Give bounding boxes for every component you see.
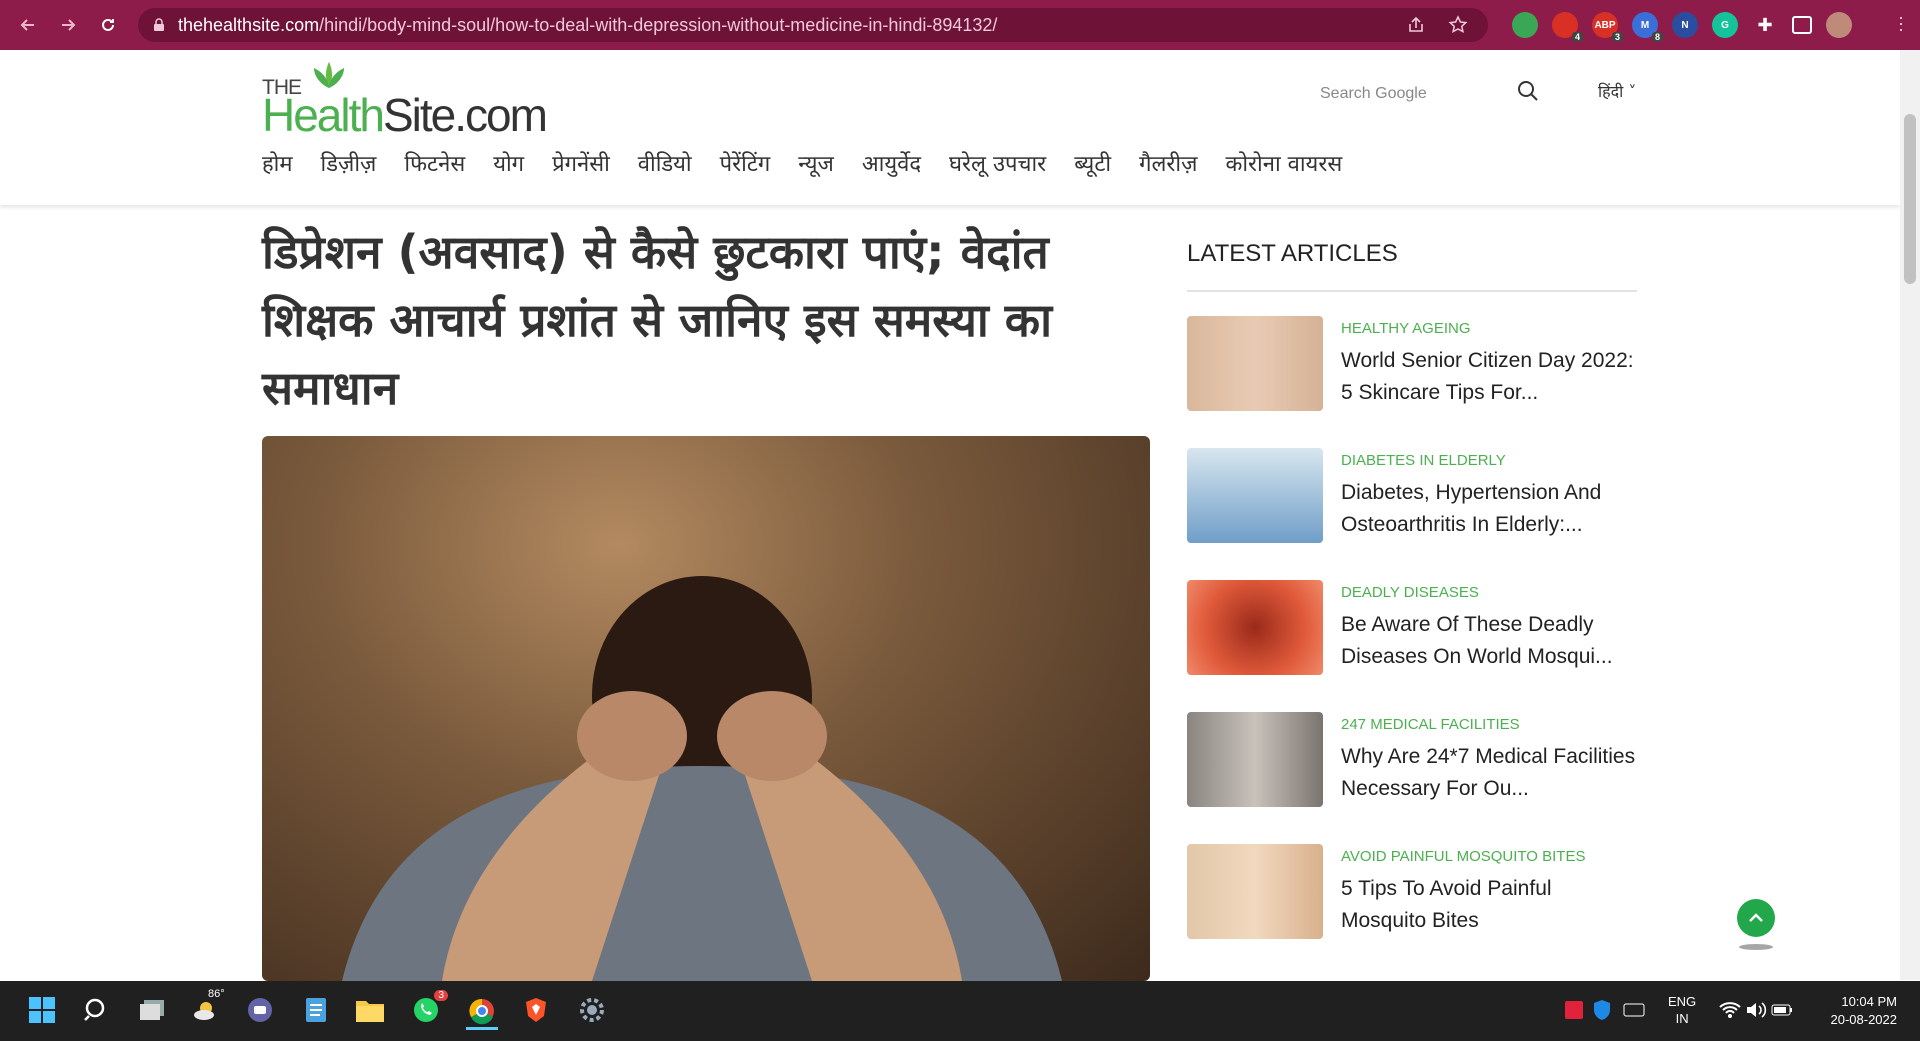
article-category[interactable]: AVOID PAINFUL MOSQUITO BITES <box>1341 848 1641 865</box>
red-extension-icon[interactable]: 4 <box>1552 12 1583 42</box>
main-navigation: होम डिज़ीज़ फिटनेस योग प्रेगनेंसी वीडियो… <box>262 148 1370 178</box>
nav-item-parenting[interactable]: पेरेंटिंग <box>720 148 771 178</box>
nav-item-coronavirus[interactable]: कोरोना वायरस <box>1225 148 1342 178</box>
brave-icon[interactable] <box>520 994 552 1026</box>
forward-icon[interactable] <box>50 7 86 43</box>
clock-date: 20-08-2022 <box>1830 1012 1898 1027</box>
region-code: IN <box>1675 1011 1689 1026</box>
profile-avatar-icon[interactable] <box>1826 12 1852 38</box>
settings-gear-icon[interactable] <box>576 994 608 1026</box>
language-selector[interactable]: हिंदी ˅ <box>1598 80 1636 102</box>
list-item[interactable]: HEALTHY AGEING World Senior Citizen Day … <box>1187 316 1637 448</box>
nav-item-beauty[interactable]: ब्यूटी <box>1074 148 1111 178</box>
list-item[interactable]: 247 MEDICAL FACILITIES Why Are 24*7 Medi… <box>1187 712 1637 844</box>
chevron-up-icon <box>1749 913 1763 922</box>
address-bar[interactable]: thehealthsite.com/hindi/body-mind-soul/h… <box>138 8 1488 42</box>
search-input[interactable] <box>1320 85 1500 103</box>
nav-item-video[interactable]: वीडियो <box>638 148 692 178</box>
windows-start-icon[interactable] <box>26 994 58 1026</box>
nav-item-ayurveda[interactable]: आयुर्वेद <box>862 148 921 178</box>
article-title-link[interactable]: 5 Tips To Avoid Painful Mosquito Bites <box>1341 873 1641 937</box>
file-explorer-icon[interactable] <box>354 994 386 1026</box>
clock-time: 10:04 PM <box>1841 994 1897 1009</box>
article-category[interactable]: DIABETES IN ELDERLY <box>1341 452 1641 469</box>
article-thumbnail[interactable] <box>1187 448 1323 543</box>
site-header: THE HealthSite.com <box>0 50 1900 205</box>
abp-icon[interactable]: ABP 3 <box>1592 12 1623 42</box>
search-icon[interactable] <box>1517 80 1539 102</box>
grammarly-icon[interactable]: G <box>1712 12 1738 38</box>
article-category[interactable]: HEALTHY AGEING <box>1341 320 1641 337</box>
weather-icon[interactable]: 86° <box>190 988 225 1026</box>
defender-shield-icon[interactable] <box>1586 994 1618 1026</box>
puzzle-extensions-icon[interactable]: ✚ <box>1752 12 1778 38</box>
list-item[interactable]: DEADLY DISEASES Be Aware Of These Deadly… <box>1187 580 1637 712</box>
sidebar-heading: LATEST ARTICLES <box>1187 240 1637 292</box>
chrome-icon[interactable] <box>466 994 498 1030</box>
side-panel-icon[interactable] <box>1792 16 1812 34</box>
whatsapp-badge: 3 <box>434 990 448 1001</box>
nav-item-yoga[interactable]: योग <box>493 148 524 178</box>
nav-item-news[interactable]: न्यूज <box>798 148 834 178</box>
article-category[interactable]: DEADLY DISEASES <box>1341 584 1641 601</box>
search-box <box>1320 78 1540 110</box>
lock-icon <box>154 18 164 31</box>
article-thumbnail[interactable] <box>1187 580 1323 675</box>
extensions-area: 4 ABP 3 M8 N G ✚ <box>1512 12 1852 42</box>
teams-chat-icon[interactable] <box>244 994 276 1026</box>
article-title-link[interactable]: Be Aware Of These Deadly Diseases On Wor… <box>1341 609 1641 673</box>
weather-temp: 86° <box>208 988 225 1000</box>
article-category[interactable]: 247 MEDICAL FACILITIES <box>1341 716 1641 733</box>
browser-toolbar: thehealthsite.com/hindi/body-mind-soul/h… <box>0 0 1920 50</box>
depressed-man-illustration <box>342 576 1062 981</box>
article-title-link[interactable]: Diabetes, Hypertension And Osteoarthriti… <box>1341 477 1641 541</box>
leaf-logo-icon <box>314 62 344 88</box>
task-view-icon[interactable] <box>136 994 168 1026</box>
whatsapp-icon[interactable]: 3 <box>410 990 448 1026</box>
battery-icon[interactable] <box>1766 994 1798 1026</box>
article-title-link[interactable]: Why Are 24*7 Medical Facilities Necessar… <box>1341 741 1641 805</box>
logo-text: HealthSite.com <box>262 89 548 141</box>
article-thumbnail[interactable] <box>1187 844 1323 939</box>
n-extension-icon[interactable]: N <box>1672 12 1698 38</box>
m-extension-icon[interactable]: M8 <box>1632 12 1663 42</box>
url-text: thehealthsite.com/hindi/body-mind-soul/h… <box>178 14 998 35</box>
browser-menu-icon[interactable]: · · · <box>1898 8 1904 38</box>
latest-articles-sidebar: LATEST ARTICLES HEALTHY AGEING World Sen… <box>1187 240 1637 976</box>
input-language-indicator[interactable]: ENG IN <box>1668 993 1696 1027</box>
list-item[interactable]: AVOID PAINFUL MOSQUITO BITES 5 Tips To A… <box>1187 844 1637 976</box>
bookmark-star-icon[interactable] <box>1448 15 1468 35</box>
share-icon[interactable] <box>1406 15 1426 35</box>
nav-item-diseases[interactable]: डिज़ीज़ <box>321 148 377 178</box>
nav-item-pregnancy[interactable]: प्रेगनेंसी <box>552 148 610 178</box>
keyboard-icon[interactable] <box>1618 994 1650 1026</box>
reload-icon[interactable] <box>90 7 126 43</box>
article-title-link[interactable]: World Senior Citizen Day 2022: 5 Skincar… <box>1341 345 1641 409</box>
scrollbar-thumb[interactable] <box>1904 114 1916 284</box>
nav-item-home[interactable]: होम <box>262 148 293 178</box>
page-scrollbar[interactable] <box>1900 50 1920 980</box>
article-thumbnail[interactable] <box>1187 316 1323 411</box>
back-icon[interactable] <box>10 7 46 43</box>
nav-item-fitness[interactable]: फिटनेस <box>404 148 465 178</box>
article-thumbnail[interactable] <box>1187 712 1323 807</box>
clock[interactable]: 10:04 PM 20-08-2022 <box>1815 993 1898 1029</box>
scroll-to-top-button[interactable] <box>1737 899 1775 937</box>
site-logo[interactable]: THE HealthSite.com <box>262 60 562 141</box>
lang-code: ENG <box>1668 994 1697 1009</box>
notepad-icon[interactable] <box>300 994 332 1026</box>
nav-item-home-remedies[interactable]: घरेलू उपचार <box>949 148 1046 178</box>
scroll-button-shadow <box>1739 944 1773 950</box>
search-taskbar-icon[interactable] <box>80 994 112 1026</box>
article-hero-image <box>262 436 1150 981</box>
article-title: डिप्रेशन (अवसाद) से कैसे छुटकारा पाएं; व… <box>262 225 1053 415</box>
list-item[interactable]: DIABETES IN ELDERLY Diabetes, Hypertensi… <box>1187 448 1637 580</box>
nav-item-galleries[interactable]: गैलरीज़ <box>1139 148 1197 178</box>
colorful-extension-icon[interactable] <box>1512 12 1538 38</box>
